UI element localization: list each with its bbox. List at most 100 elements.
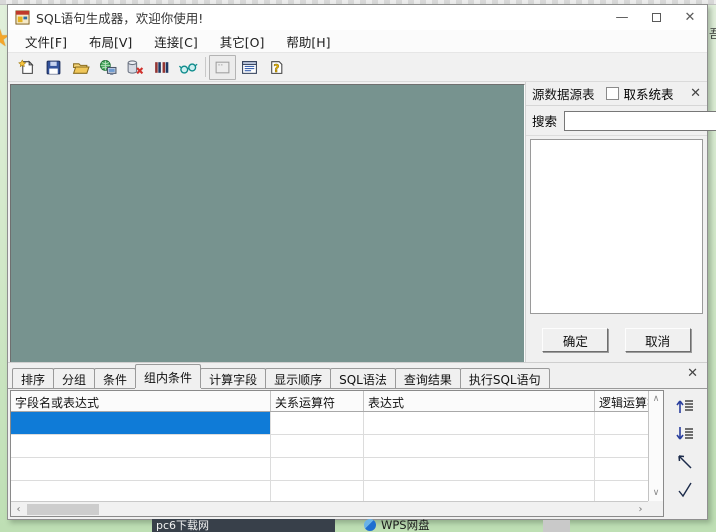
- grid-side-toolbar: [668, 395, 702, 501]
- scroll-up-icon[interactable]: ∧: [653, 391, 660, 407]
- properties-button-disabled[interactable]: [209, 55, 236, 80]
- scroll-down-icon[interactable]: ∨: [653, 485, 660, 501]
- horizontal-scroll-thumb[interactable]: [27, 504, 99, 515]
- grid-cell[interactable]: [364, 458, 595, 480]
- move-up-button[interactable]: [673, 395, 697, 417]
- disabled-window-icon: [214, 59, 231, 76]
- field-columns-button[interactable]: [148, 55, 175, 80]
- form-window-icon: [241, 59, 258, 76]
- grid-cell[interactable]: [271, 412, 364, 434]
- column-header-field[interactable]: 字段名或表达式: [11, 391, 271, 411]
- grid-header-row: 字段名或表达式 关系运算符 表达式 逻辑运算符: [11, 391, 663, 412]
- save-icon: [45, 59, 62, 76]
- help-button[interactable]: ?: [263, 55, 290, 80]
- cancel-button[interactable]: 取消: [625, 328, 691, 352]
- wps-drive-icon: [364, 519, 376, 531]
- window-title: SQL语句生成器，欢迎你使用!: [36, 8, 203, 27]
- grid-cell-selected[interactable]: [11, 412, 271, 434]
- grid-row-1: [11, 412, 663, 435]
- wps-drive-label: WPS网盘: [381, 518, 430, 532]
- menu-other[interactable]: 其它[O]: [209, 30, 276, 53]
- open-folder-icon: [72, 59, 90, 76]
- condition-grid: 字段名或表达式 关系运算符 表达式 逻辑运算符: [10, 390, 664, 517]
- ok-button[interactable]: 确定: [542, 328, 608, 352]
- glasses-icon: [179, 59, 198, 76]
- preview-button[interactable]: [175, 55, 202, 80]
- search-label: 搜索: [532, 111, 557, 130]
- tab-computed-field[interactable]: 计算字段: [200, 368, 266, 388]
- grid-row-3: [11, 458, 663, 481]
- menu-connect[interactable]: 连接[C]: [143, 30, 208, 53]
- maximize-button[interactable]: [639, 5, 673, 30]
- mdi-client-area: [10, 84, 525, 362]
- close-button[interactable]: ✕: [673, 5, 707, 30]
- source-panel-header: 源数据源表 取系统表 ✕: [526, 82, 707, 106]
- source-tables-list[interactable]: [530, 139, 703, 314]
- move-down-button[interactable]: [673, 423, 697, 445]
- minimize-button[interactable]: —: [605, 5, 639, 30]
- tab-sql-syntax[interactable]: SQL语法: [330, 368, 396, 388]
- globe-computer-icon: [99, 59, 117, 76]
- tab-execute-sql[interactable]: 执行SQL语句: [460, 368, 550, 388]
- database-red-x-icon: [126, 59, 144, 76]
- move-up-icon: [675, 397, 695, 415]
- source-tables-panel: 源数据源表 取系统表 ✕ 搜索 确定 取消: [525, 82, 707, 362]
- menu-help[interactable]: 帮助[H]: [275, 30, 341, 53]
- database-disconnect-button[interactable]: [121, 55, 148, 80]
- source-panel-close-icon[interactable]: ✕: [690, 86, 701, 101]
- system-tables-checkbox-label: 取系统表: [624, 84, 674, 103]
- form-view-button[interactable]: [236, 55, 263, 80]
- horizontal-scrollbar[interactable]: ‹ ›: [11, 501, 648, 516]
- vertical-scrollbar[interactable]: ∧ ∨: [648, 391, 663, 501]
- grid-cell[interactable]: [11, 481, 271, 503]
- source-panel-title: 源数据源表: [532, 84, 595, 103]
- main-area: 源数据源表 取系统表 ✕ 搜索 确定 取消: [8, 82, 707, 362]
- pointer-button[interactable]: [673, 451, 697, 473]
- tab-sort[interactable]: 排序: [12, 368, 54, 388]
- bottom-panel-close-icon[interactable]: ✕: [687, 366, 698, 381]
- scroll-left-icon[interactable]: ‹: [11, 504, 26, 515]
- grid-cell[interactable]: [11, 435, 271, 457]
- grid-cell[interactable]: [271, 435, 364, 457]
- tab-group[interactable]: 分组: [53, 368, 95, 388]
- grid-cell[interactable]: [271, 481, 364, 503]
- save-button[interactable]: [40, 55, 67, 80]
- tab-strip: 排序 分组 条件 组内条件 计算字段 显示顺序 SQL语法 查询结果 执行SQL…: [8, 363, 707, 389]
- bottom-panel: 排序 分组 条件 组内条件 计算字段 显示顺序 SQL语法 查询结果 执行SQL…: [8, 362, 707, 519]
- new-file-button[interactable]: [13, 55, 40, 80]
- grid-cell[interactable]: [364, 435, 595, 457]
- tab-condition[interactable]: 条件: [94, 368, 136, 388]
- desktop-item-wps-drive[interactable]: WPS网盘: [364, 518, 430, 532]
- new-file-icon: [18, 59, 35, 76]
- desktop-background: ★ 吾 SQL语句生成器，欢迎你使用! — ✕ 文件[F] 布局[V] 连接[C…: [0, 0, 716, 532]
- grid-cell[interactable]: [271, 458, 364, 480]
- network-connect-button[interactable]: [94, 55, 121, 80]
- scrollbar-corner: [648, 501, 663, 516]
- app-icon: [15, 10, 30, 25]
- window-controls: — ✕: [605, 5, 707, 30]
- scroll-right-icon[interactable]: ›: [633, 504, 648, 515]
- system-tables-checkbox[interactable]: [606, 87, 619, 100]
- menu-file[interactable]: 文件[F]: [14, 30, 78, 53]
- desktop-item-download-site[interactable]: pc6下载网: [152, 519, 335, 532]
- grid-row-2: [11, 435, 663, 458]
- apply-button[interactable]: [673, 479, 697, 501]
- grid-cell[interactable]: [11, 458, 271, 480]
- checkmark-icon: [675, 480, 695, 500]
- grid-cell[interactable]: [364, 481, 595, 503]
- toolbar-separator: [205, 57, 206, 77]
- open-button[interactable]: [67, 55, 94, 80]
- tab-query-result[interactable]: 查询结果: [395, 368, 461, 388]
- toolbar: ?: [8, 53, 707, 82]
- tab-display-order[interactable]: 显示顺序: [265, 368, 331, 388]
- grid-cell[interactable]: [364, 412, 595, 434]
- columns-icon: [153, 59, 170, 76]
- column-header-relational-operator[interactable]: 关系运算符: [271, 391, 364, 411]
- background-text-fragment: 吾: [709, 25, 716, 39]
- titlebar: SQL语句生成器，欢迎你使用! — ✕: [8, 5, 707, 30]
- arrow-up-left-icon: [675, 452, 695, 472]
- tab-group-condition[interactable]: 组内条件: [135, 364, 201, 388]
- search-input[interactable]: [564, 111, 716, 131]
- column-header-expression[interactable]: 表达式: [364, 391, 595, 411]
- menu-layout[interactable]: 布局[V]: [78, 30, 143, 53]
